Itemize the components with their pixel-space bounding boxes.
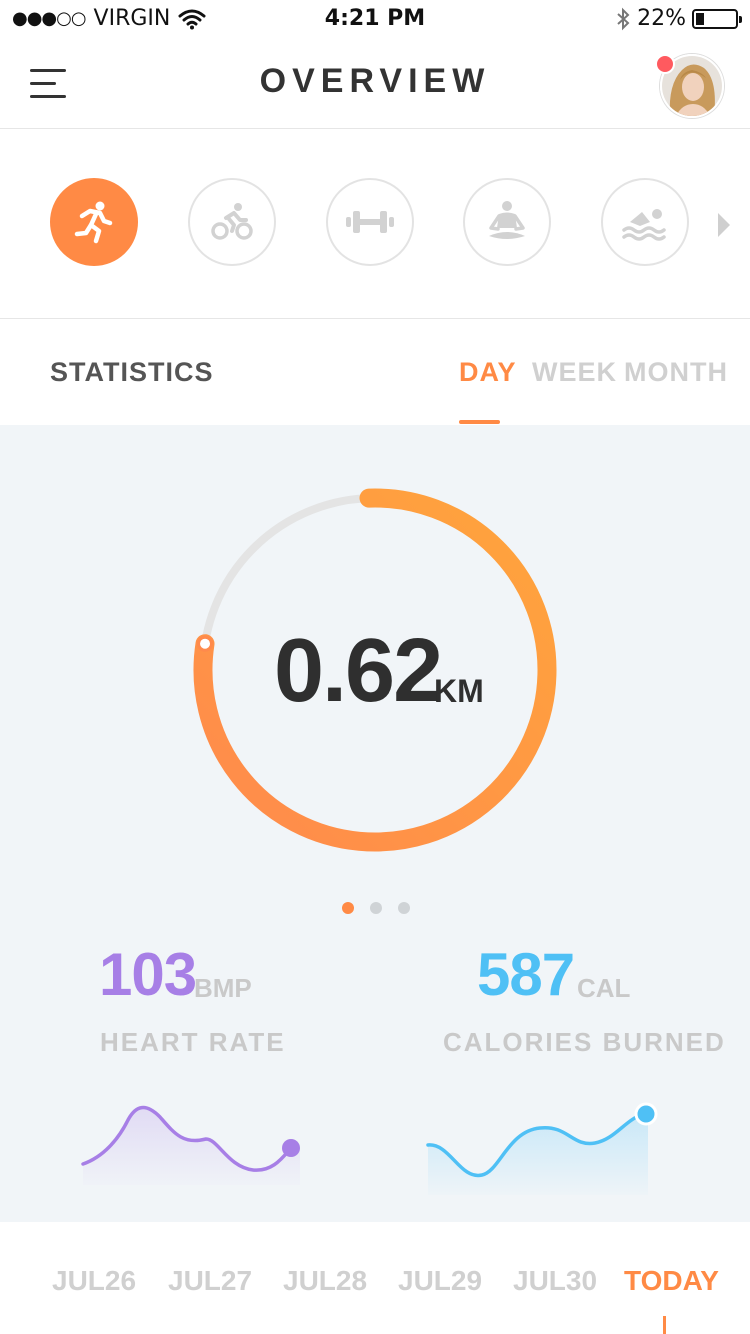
heart-rate-endpoint	[282, 1139, 300, 1157]
calories-label: CALORIES BURNED	[443, 1027, 726, 1057]
scroll-right-arrow-icon[interactable]	[718, 213, 730, 237]
statistics-header: STATISTICS DAY WEEK MONTH	[0, 319, 750, 425]
distance-unit: KM	[434, 673, 484, 709]
status-right: 22%	[615, 6, 742, 31]
heart-rate-unit: BMP	[194, 973, 252, 1003]
calories-unit: CAL	[577, 973, 631, 1003]
activity-cycling-button[interactable]	[188, 178, 276, 266]
app-header: OVERVIEW	[0, 40, 750, 129]
date-item-jul29[interactable]: JUL29	[398, 1265, 482, 1297]
heart-rate-sparkline	[81, 1105, 300, 1185]
calories-sparkline	[426, 1102, 658, 1195]
battery-fill	[696, 12, 705, 25]
active-date-marker	[663, 1316, 666, 1334]
tab-month[interactable]: MONTH	[624, 357, 728, 388]
active-tab-indicator	[459, 420, 500, 424]
activity-yoga-button[interactable]	[463, 178, 551, 266]
statistics-panel: 0.62 KM 103 BMP HEART RATE 587 CAL CALOR…	[0, 425, 750, 1222]
heart-rate-label: HEART RATE	[100, 1027, 286, 1057]
calories-area	[428, 1113, 648, 1195]
pager-dot[interactable]	[370, 902, 382, 914]
date-selector: JUL26 JUL27 JUL28 JUL29 JUL30 TODAY	[0, 1222, 750, 1334]
battery-icon	[692, 8, 742, 29]
tab-day[interactable]: DAY	[459, 357, 517, 388]
activity-weights-button[interactable]	[326, 178, 414, 266]
cycling-icon	[211, 203, 253, 240]
tab-week[interactable]: WEEK	[532, 357, 617, 388]
progress-ring-knob	[197, 635, 214, 652]
distance-value: 0.62	[274, 621, 443, 721]
activity-running-button[interactable]	[50, 178, 138, 266]
activity-selector	[0, 129, 750, 319]
calories-value: 587	[477, 941, 575, 1008]
yoga-icon	[489, 201, 525, 239]
bluetooth-icon	[617, 7, 630, 30]
swimming-icon	[622, 209, 666, 241]
date-item-jul28[interactable]: JUL28	[283, 1265, 367, 1297]
heart-rate-value: 103	[99, 941, 197, 1008]
activity-swimming-button[interactable]	[601, 178, 689, 266]
page-title: OVERVIEW	[259, 62, 491, 100]
running-icon	[74, 201, 113, 244]
date-item-jul26[interactable]: JUL26	[52, 1265, 136, 1297]
pager-dot[interactable]	[398, 902, 410, 914]
date-item-jul27[interactable]: JUL27	[168, 1265, 252, 1297]
statistics-label: STATISTICS	[50, 357, 214, 387]
calories-endpoint	[634, 1102, 658, 1126]
notification-badge	[655, 54, 675, 74]
date-item-today[interactable]: TODAY	[624, 1265, 719, 1297]
pager-dot[interactable]	[342, 902, 354, 914]
status-bar: ●●●○○ VIRGIN 4:21 PM 22%	[0, 0, 750, 40]
dumbbell-icon	[346, 211, 394, 233]
heart-rate-area	[83, 1107, 300, 1185]
battery-percent: 22%	[637, 6, 686, 31]
date-item-jul30[interactable]: JUL30	[513, 1265, 597, 1297]
